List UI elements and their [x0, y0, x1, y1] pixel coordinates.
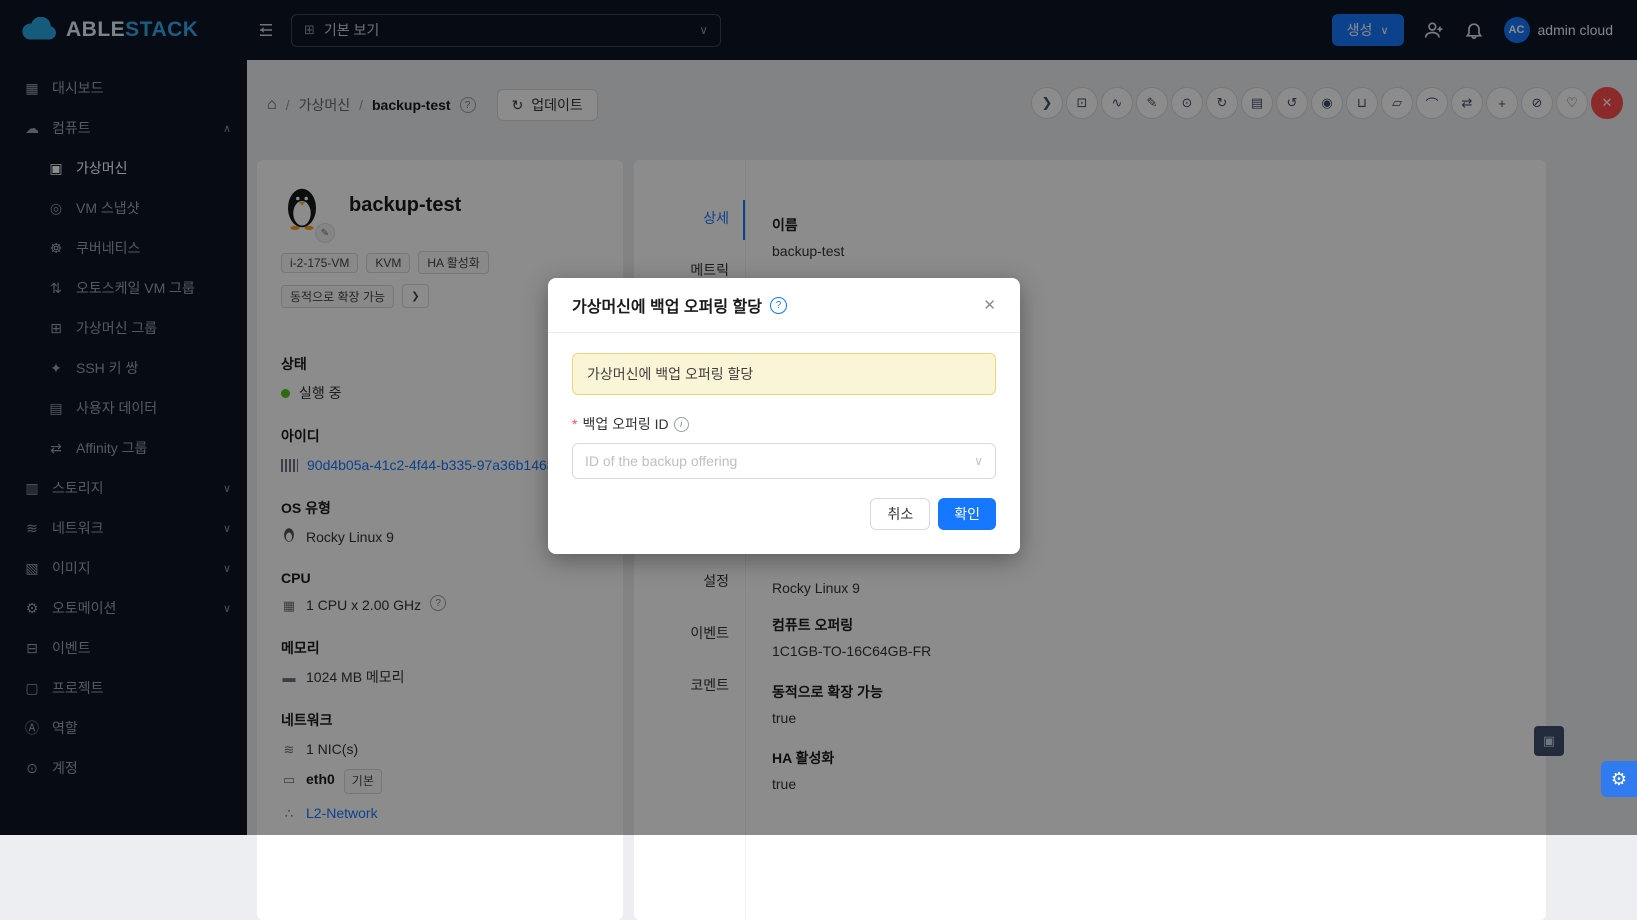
ok-button[interactable]: 확인	[938, 498, 996, 530]
modal-info-alert: 가상머신에 백업 오퍼링 할당	[572, 353, 996, 395]
cancel-button[interactable]: 취소	[870, 498, 930, 530]
assign-backup-offering-modal: 가상머신에 백업 오퍼링 할당 ? ✕ 가상머신에 백업 오퍼링 할당 * 백업…	[548, 278, 1020, 554]
backup-offering-select[interactable]: ID of the backup offering ∨	[572, 443, 996, 479]
field-info-icon[interactable]: i	[674, 417, 689, 432]
chevron-down-icon: ∨	[974, 454, 983, 468]
modal-title: 가상머신에 백업 오퍼링 할당	[572, 293, 762, 317]
backup-offering-id-label: 백업 오퍼링 ID	[582, 414, 668, 434]
modal-close-button[interactable]: ✕	[983, 296, 996, 314]
select-placeholder: ID of the backup offering	[585, 453, 737, 469]
modal-help-icon[interactable]: ?	[770, 297, 787, 314]
required-asterisk: *	[572, 416, 577, 432]
settings-gear-button[interactable]: ⚙	[1601, 761, 1637, 797]
